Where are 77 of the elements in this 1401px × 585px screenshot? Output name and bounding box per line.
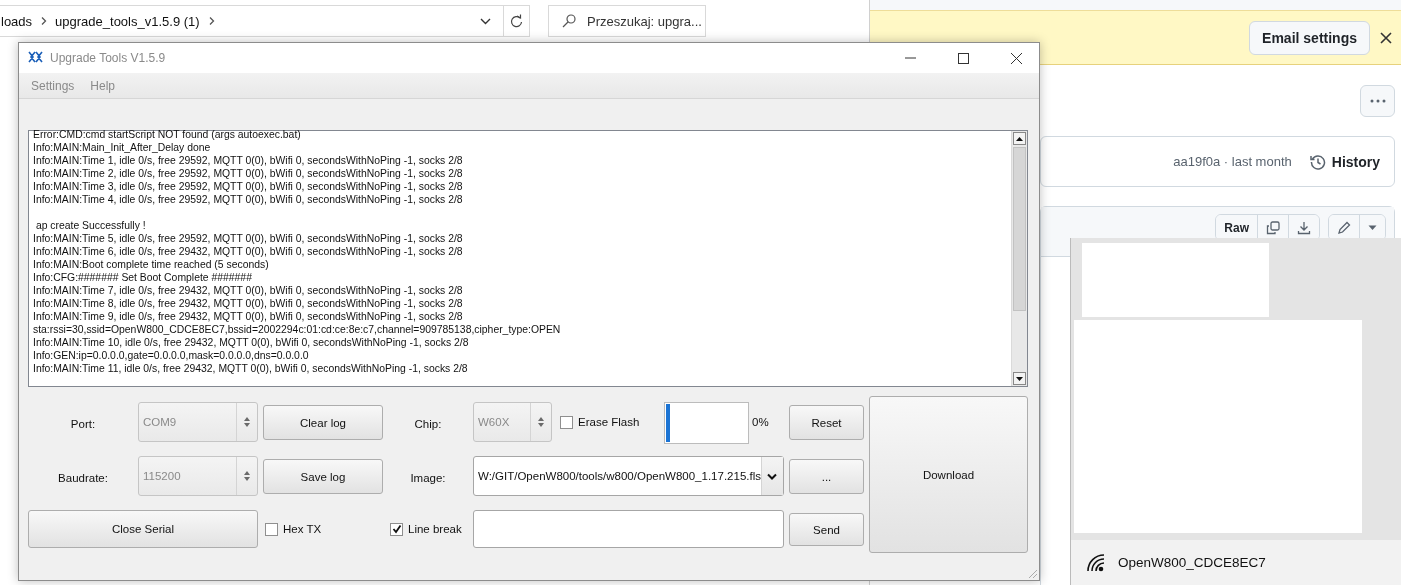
chevron-icon (207, 16, 215, 26)
breadcrumb-item[interactable]: upgrade_tools_v1.5.9 (1) (55, 13, 200, 29)
download-button[interactable]: Download (869, 396, 1028, 553)
close-serial-button[interactable]: Close Serial (28, 510, 258, 548)
scrollbar-track[interactable] (1011, 131, 1027, 386)
port-label: Port: (70, 418, 96, 430)
browse-button[interactable]: ... (789, 459, 864, 494)
maximize-icon (957, 52, 969, 64)
log-line: Info:MAIN:Time 11, idle 0/s, free 29432, MQTT 0(0), bWifi 0, secondsWithNoPing -1, socks 2/8 (33, 362, 468, 375)
search-icon (562, 14, 576, 28)
log-line: Error:CMD:cmd startScript NOT found (args autoexec.bat) (33, 128, 301, 141)
caret-icon (1368, 224, 1377, 231)
log-line: Info:MAIN:Main_Init_After_Delay done (33, 141, 211, 154)
chevron-down-icon (767, 472, 778, 480)
network-item[interactable]: OpenW800_CDCE8EC7 (1071, 540, 1401, 585)
spinner-arrows-icon (243, 470, 251, 482)
refresh-icon (510, 14, 523, 28)
progress-percent: 0% (752, 416, 770, 428)
send-input-field[interactable] (473, 510, 784, 548)
log-line: Info:MAIN:Time 2, idle 0/s, free 29592, MQTT 0(0), bWifi 0, secondsWithNoPing -1, socks 2/8 (33, 167, 463, 180)
commit-info: aa19f0a · last month (1173, 154, 1292, 169)
minimize-icon (904, 57, 916, 59)
send-button[interactable]: Send (789, 513, 864, 546)
pencil-icon (1337, 220, 1351, 235)
image-label: Image: (410, 472, 446, 484)
image-path-dropdown[interactable]: W:/GIT/OpenW800/tools/w800/OpenW800_1.17.215.fls (473, 456, 784, 496)
clear-log-button[interactable]: Clear log (263, 405, 383, 440)
close-icon[interactable] (1380, 31, 1392, 44)
scroll-thumb[interactable] (1013, 147, 1026, 311)
up-triangle-icon (1016, 136, 1023, 141)
reset-button[interactable]: Reset (789, 405, 864, 440)
checkbox-label: Erase Flash (578, 416, 640, 428)
download-icon (1297, 220, 1311, 235)
chip-label: Chip: (414, 418, 442, 430)
search-field[interactable]: Przeszukaj: upgra... (548, 5, 706, 37)
history-button[interactable]: History (1301, 149, 1388, 174)
edit-button[interactable] (1329, 215, 1360, 240)
spinner-arrows-icon (243, 416, 251, 428)
checkbox[interactable] (560, 415, 573, 429)
resize-grip-icon[interactable] (1026, 567, 1038, 579)
network-name: OpenW800_CDCE8EC7 (1118, 555, 1266, 570)
checkbox[interactable] (390, 522, 403, 536)
checkbox-label: Line break (408, 523, 462, 535)
log-line: Info:MAIN:Time 6, idle 0/s, free 29432, MQTT 0(0), bWifi 0, secondsWithNoPing -1, socks 2/8 (33, 245, 463, 258)
log-line: ap create Successfully ! (34, 219, 146, 232)
history-icon (1309, 153, 1326, 170)
scroll-down-button[interactable] (1013, 372, 1026, 385)
log-line: Info:CFG:####### Set Boot Complete ####### (33, 271, 252, 284)
raw-button[interactable]: Raw (1216, 215, 1258, 240)
spinner-arrows-icon (537, 416, 545, 428)
app-logo-icon (28, 51, 43, 65)
window-title: Upgrade Tools V1.5.9 (50, 51, 167, 65)
log-line: Info:MAIN:Time 4, idle 0/s, free 29592, MQTT 0(0), bWifi 0, secondsWithNoPing -1, socks 2/8 (33, 193, 463, 206)
close-icon (1010, 52, 1022, 64)
log-line: Info:MAIN:Time 10, idle 0/s, free 29432, MQTT 0(0), bWifi 0, secondsWithNoPing -1, socks 2/8 (33, 336, 469, 349)
copy-icon (1266, 220, 1280, 235)
dropdown-caret-icon[interactable] (480, 17, 491, 25)
log-line: Info:GEN:ip=0.0.0.0,gate=0.0.0.0,mask=0.0.0.0,dns=0.0.0.0 (33, 349, 309, 362)
wifi-icon (1086, 552, 1106, 573)
scroll-up-button[interactable] (1013, 132, 1026, 145)
log-line: Info:MAIN:Time 3, idle 0/s, free 29592, MQTT 0(0), bWifi 0, secondsWithNoPing -1, socks 2/8 (33, 180, 463, 193)
log-line: Info:MAIN:Time 8, idle 0/s, free 29432, MQTT 0(0), bWifi 0, secondsWithNoPing -1, socks 2/8 (33, 297, 463, 310)
breadcrumb-item[interactable]: loads (1, 13, 33, 29)
email-settings-button[interactable]: Email settings (1249, 20, 1370, 55)
checkbox[interactable] (265, 522, 278, 536)
log-line: Info:MAIN:Time 1, idle 0/s, free 29592, MQTT 0(0), bWifi 0, secondsWithNoPing -1, socks 2/8 (33, 154, 463, 167)
log-line: Info:MAIN:Time 9, idle 0/s, free 29432, MQTT 0(0), bWifi 0, secondsWithNoPing -1, socks 2/8 (33, 310, 463, 323)
log-line: sta:rssi=30,ssid=OpenW800_CDCE8EC7,bssid=2002294c:01:cd:ce:8e:c7,channel=909785138,cipher_type:OPEN (33, 323, 561, 336)
more-icon (1369, 99, 1386, 103)
save-log-button[interactable]: Save log (263, 459, 383, 494)
checkbox-label: Hex TX (283, 523, 322, 535)
log-line: Info:MAIN:Boot complete time reached (5 seconds) (33, 258, 269, 271)
log-line: Info:MAIN:Time 7, idle 0/s, free 29432, MQTT 0(0), bWifi 0, secondsWithNoPing -1, socks 2/8 (33, 284, 463, 297)
chevron-icon (40, 16, 48, 26)
baudrate-label: Baudrate: (58, 472, 108, 484)
down-triangle-icon (1016, 376, 1023, 381)
log-line: Info:MAIN:Time 5, idle 0/s, free 29592, MQTT 0(0), bWifi 0, secondsWithNoPing -1, socks 2/8 (33, 232, 463, 245)
